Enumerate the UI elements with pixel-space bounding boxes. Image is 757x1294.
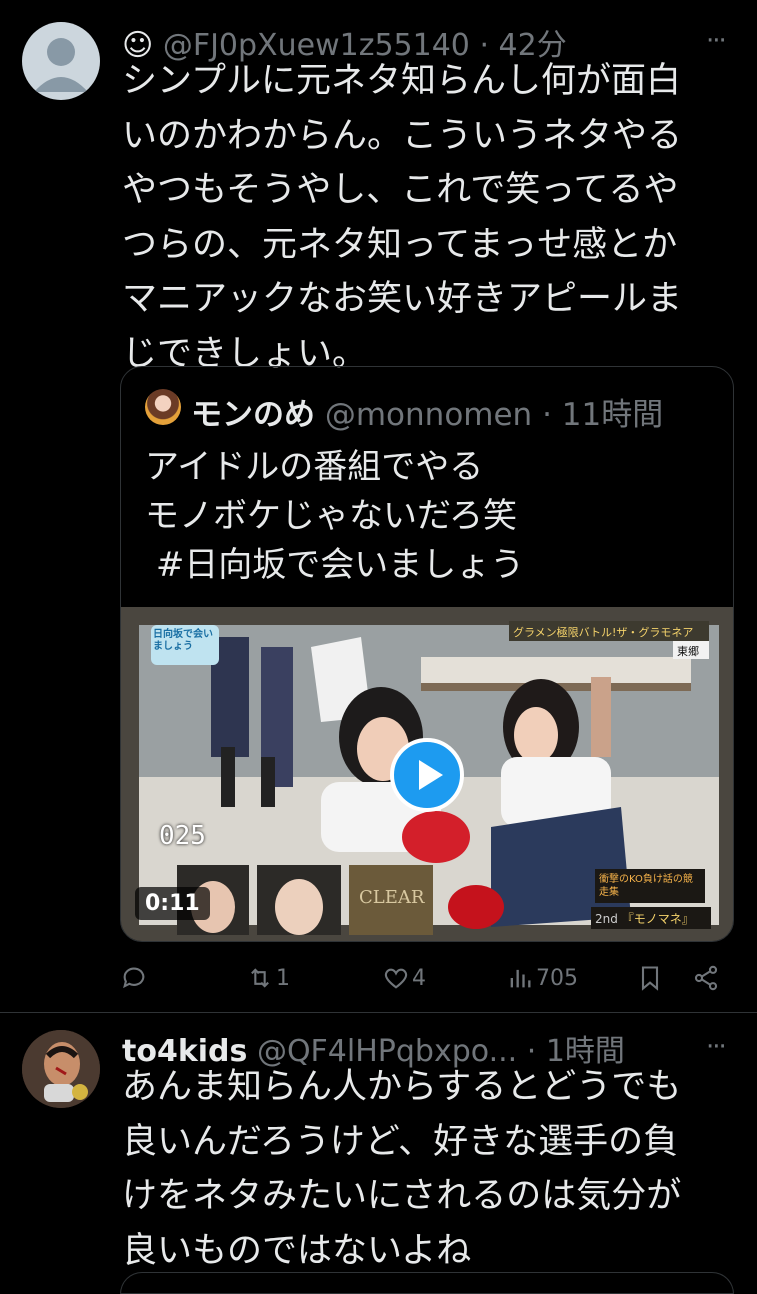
- reply-icon: [123, 967, 145, 989]
- like-button[interactable]: 4: [382, 958, 426, 998]
- video-top-banner: グラメン極限バトル!ザ・グラモネア: [513, 626, 694, 639]
- default-avatar[interactable]: [22, 22, 100, 100]
- video-round-number: 2nd: [595, 912, 618, 926]
- retweet-button[interactable]: 1: [246, 958, 290, 998]
- tweet-divider: [0, 1012, 757, 1013]
- video-bottom-banner: 衝撃のKO負け話の競走集: [599, 874, 693, 898]
- more-options-icon[interactable]: ···: [706, 1032, 727, 1062]
- view-count: 705: [536, 965, 578, 991]
- separator: ·: [542, 397, 552, 433]
- next-card-edge: [120, 1272, 734, 1294]
- user-avatar[interactable]: [22, 1030, 100, 1108]
- quote-meta: モンのめ @monnomen · 11時間: [191, 389, 663, 434]
- video-logo: 日向坂で会いましょう: [153, 629, 213, 652]
- like-count: 4: [412, 965, 426, 991]
- bar-chart-icon: [510, 969, 531, 988]
- heart-icon: [384, 968, 408, 989]
- default-user-icon: [34, 38, 88, 92]
- quote-author-name[interactable]: モンのめ: [191, 397, 315, 433]
- video-thumb-label: CLEAR: [359, 887, 425, 908]
- bookmark-icon: [641, 966, 659, 991]
- quote-author-avatar[interactable]: [145, 389, 181, 425]
- video-round: 2nd 『モノマネ』: [595, 910, 694, 927]
- video-round-label: 『モノマネ』: [621, 912, 694, 926]
- quote-time: 11時間: [561, 397, 664, 433]
- more-options-icon[interactable]: ···: [706, 26, 727, 56]
- tweet-1-text: シンプルに元ネタ知らんし何が面白 いのかわからん。こういうネタやる やつもそうや…: [122, 61, 683, 374]
- video-duration: 0:11: [135, 887, 210, 920]
- quote-text: アイドルの番組でやる モノボケじゃないだろ笑 #日向坂で会いましょう: [145, 447, 525, 585]
- quoted-tweet[interactable]: モンのめ @monnomen · 11時間 アイドルの番組でやる モノボケじゃな…: [120, 366, 734, 942]
- reply-button[interactable]: [120, 958, 148, 998]
- retweet-icon: [251, 968, 269, 988]
- video-player[interactable]: 日向坂で会いましょう グラメン極限バトル!ザ・グラモネア 東郷 025 CLEA…: [121, 607, 733, 941]
- video-side-tag: 東郷: [677, 645, 699, 658]
- video-counter: 025: [159, 821, 206, 851]
- tweet-2-text: あんま知らん人からするとどうでも 良いんだろうけど、好きな選手の負 けをネタみた…: [122, 1067, 682, 1271]
- bookmark-button[interactable]: [636, 958, 664, 998]
- retweet-count: 1: [276, 965, 290, 991]
- share-icon: [694, 965, 718, 991]
- views-button[interactable]: 705: [506, 958, 578, 998]
- tweet-1-actions: 1 4 705: [120, 958, 732, 998]
- share-button[interactable]: [692, 958, 720, 998]
- play-icon: [419, 760, 443, 790]
- play-button[interactable]: [390, 738, 464, 812]
- fighter-avatar-image: [22, 1030, 100, 1108]
- quote-author-handle[interactable]: @monnomen: [325, 397, 532, 433]
